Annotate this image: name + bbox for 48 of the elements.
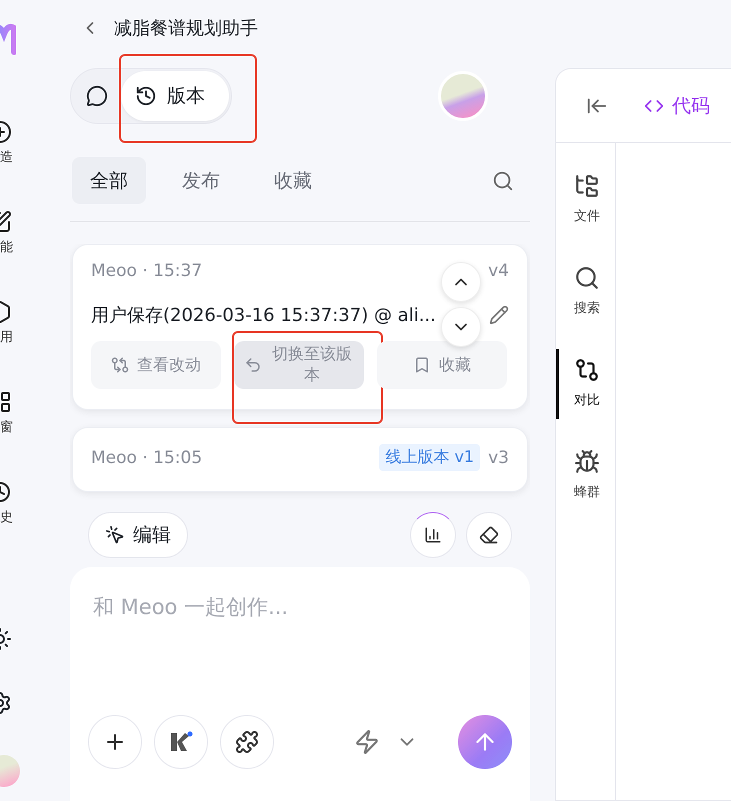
rename-button[interactable]	[489, 305, 509, 325]
send-button[interactable]	[458, 715, 512, 769]
version-meta: Meoo · 15:37	[91, 261, 202, 281]
version-meta: Meoo · 15:05	[91, 448, 202, 468]
version-number: v3	[488, 448, 509, 468]
search-button[interactable]	[492, 170, 514, 192]
cursor-click-icon	[105, 525, 125, 545]
nav-label[interactable]: 能	[0, 238, 20, 256]
version-title: 用户保存(2026-03-16 15:37:37) @ ali...	[91, 304, 436, 327]
bookmark-icon	[413, 356, 431, 374]
compare-arrows-icon	[111, 356, 129, 374]
nav-label[interactable]: 用	[0, 328, 20, 346]
bug-icon	[574, 449, 600, 475]
puzzle-icon	[235, 730, 259, 754]
panel-tab[interactable]: 对比	[556, 349, 615, 419]
nav-label[interactable]: 造	[0, 148, 20, 166]
compare-icon	[574, 357, 600, 383]
composer-field[interactable]: 和 Meoo 一起创作...	[70, 567, 530, 801]
assistant-avatar	[438, 71, 488, 121]
plugin-logo-icon	[169, 731, 193, 753]
project-title: 减脂餐谱规划助手	[114, 17, 258, 40]
online-badge: 线上版本 v1	[379, 444, 480, 471]
search-icon	[492, 170, 514, 192]
filter-tab[interactable]: 全部	[72, 157, 146, 204]
bar-chart-icon	[424, 526, 442, 544]
history-icon	[135, 85, 157, 107]
plugin-button[interactable]	[154, 715, 208, 769]
filter-tab[interactable]: 收藏	[256, 157, 330, 204]
folder-tree-icon	[574, 173, 600, 199]
pencil-icon	[489, 305, 509, 325]
chart-button[interactable]	[410, 512, 456, 558]
eraser-icon	[479, 525, 499, 545]
eraser-button[interactable]	[466, 512, 512, 558]
prompt-input[interactable]: 和 Meoo 一起创作...	[88, 589, 512, 715]
panel-tab[interactable]: 文件	[556, 165, 615, 235]
lightning-icon	[354, 729, 380, 755]
filter-tab[interactable]: 发布	[164, 157, 238, 204]
nav-label[interactable]: 史	[0, 508, 20, 526]
versions-tab[interactable]: 版本	[121, 71, 229, 121]
nav-label[interactable]: 窗	[0, 418, 20, 436]
undo-icon	[244, 356, 262, 374]
code-tab[interactable]: 代码	[644, 92, 710, 118]
edit-button[interactable]: 编辑	[88, 512, 188, 558]
panel-tab[interactable]: 蜂群	[556, 441, 615, 511]
panel-tab[interactable]: 搜索	[556, 257, 615, 327]
chat-icon	[86, 85, 108, 107]
search-icon	[574, 265, 600, 291]
version-number: v4	[488, 261, 509, 281]
